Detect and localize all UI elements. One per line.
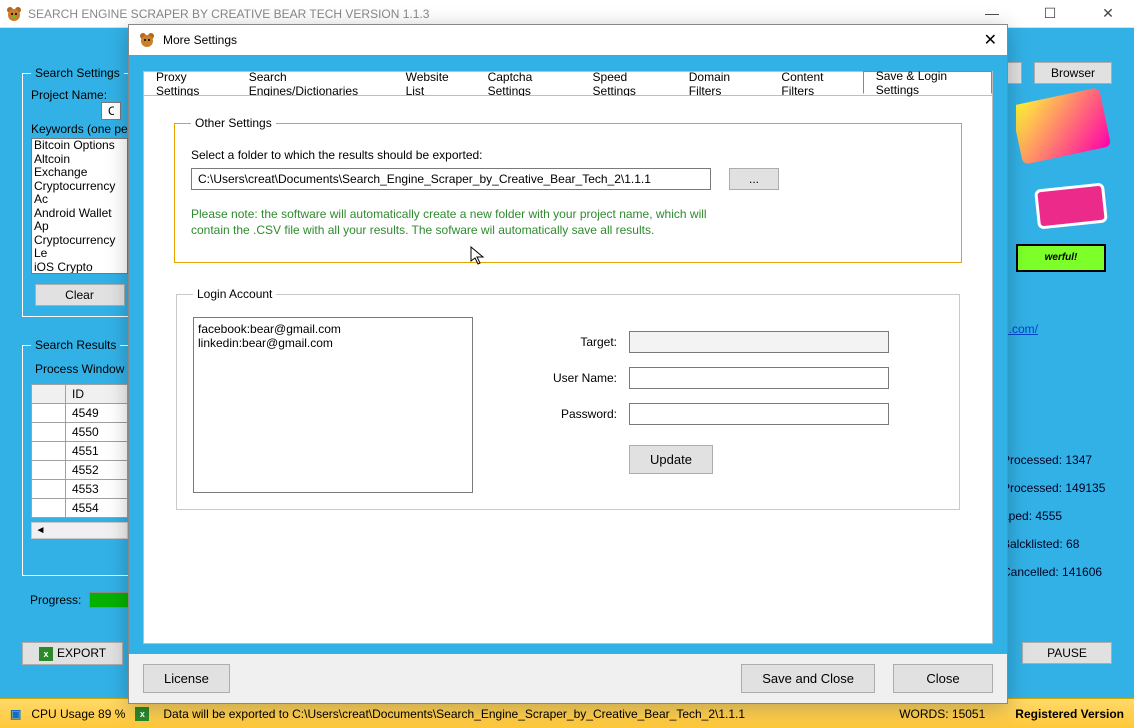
save-and-close-button[interactable]: Save and Close (741, 664, 875, 693)
tab-content-filters[interactable]: Content Filters (769, 72, 862, 95)
project-name-input[interactable] (101, 102, 121, 120)
tab-domain-filters[interactable]: Domain Filters (677, 72, 770, 95)
close-button[interactable]: Close (893, 664, 993, 693)
export-folder-input[interactable] (191, 168, 711, 190)
target-label: Target: (533, 335, 617, 349)
select-folder-label: Select a folder to which the results sho… (191, 148, 945, 162)
excel-icon-status: x (135, 707, 149, 721)
table-row[interactable]: 4552 (32, 461, 128, 480)
words-count: WORDS: 15051 (899, 707, 985, 721)
dialog-close-icon[interactable]: ✕ (984, 30, 997, 50)
list-item[interactable]: Bitcoin Options (34, 139, 125, 153)
close-icon[interactable]: ✕ (1088, 5, 1128, 22)
main-window-title: SEARCH ENGINE SCRAPER BY CREATIVE BEAR T… (28, 7, 429, 21)
dialog-title: More Settings (163, 33, 237, 47)
tab-save-login-settings[interactable]: Save & Login Settings (863, 71, 992, 94)
horizontal-scrollbar[interactable]: ◄ (31, 522, 128, 539)
table-row[interactable]: 4551 (32, 442, 128, 461)
search-settings-panel: Search Settings Project Name: Keywords (… (22, 66, 137, 317)
browser-button[interactable]: Browser (1034, 62, 1112, 84)
export-path-status: Data will be exported to C:\Users\creat\… (163, 707, 745, 721)
cpu-usage: CPU Usage 89 % (31, 707, 125, 721)
list-item[interactable]: Android Wallet Ap (34, 207, 125, 234)
username-input[interactable] (629, 367, 889, 389)
password-label: Password: (533, 407, 617, 421)
target-input[interactable] (629, 331, 889, 353)
excel-icon: x (39, 647, 53, 661)
search-settings-legend: Search Settings (31, 66, 124, 80)
export-note: Please note: the software will automatic… (191, 206, 711, 238)
registered-version: Registered Version (1015, 707, 1124, 721)
tabstrip: Proxy SettingsSearch Engines/Dictionarie… (143, 71, 993, 96)
scroll-left-icon[interactable]: ◄ (32, 525, 49, 536)
update-button[interactable]: Update (629, 445, 713, 474)
accounts-textarea[interactable] (193, 317, 473, 493)
table-row[interactable]: 4553 (32, 480, 128, 499)
stat-processed-1: Processed: 1347 (1002, 446, 1112, 474)
table-row[interactable]: 4549 (32, 404, 128, 423)
progress-label: Progress: (30, 593, 81, 607)
list-item[interactable]: Altcoin Exchange (34, 153, 125, 180)
tab-speed-settings[interactable]: Speed Settings (581, 72, 677, 95)
tab-proxy-settings[interactable]: Proxy Settings (144, 72, 237, 95)
table-row[interactable]: 4550 (32, 423, 128, 442)
tab-captcha-settings[interactable]: Captcha Settings (476, 72, 581, 95)
process-window-label: Process Window (35, 362, 128, 376)
bear-icon (6, 6, 22, 22)
other-settings-group: Other Settings Select a folder to which … (174, 116, 962, 263)
search-results-panel: Search Results Process Window ID 4549455… (22, 338, 137, 576)
project-name-label: Project Name: (31, 88, 128, 102)
stat-scraped: aped: 4555 (1002, 502, 1112, 530)
results-table: ID 454945504551455245534554 (31, 384, 128, 518)
dialog-titlebar: More Settings ✕ (129, 25, 1007, 55)
table-header-blank (32, 385, 66, 404)
maximize-icon[interactable]: ☐ (1030, 5, 1070, 22)
stat-cancelled: Cancelled: 141606 (1002, 558, 1112, 586)
other-settings-legend: Other Settings (191, 116, 276, 130)
stat-processed-2: Processed: 149135 (1002, 474, 1112, 502)
tab-body: Other Settings Select a folder to which … (143, 96, 993, 644)
list-item[interactable]: iOS Crypto Wallet (34, 261, 125, 275)
table-row[interactable]: 4554 (32, 499, 128, 518)
search-results-legend: Search Results (31, 338, 120, 352)
login-account-legend: Login Account (193, 287, 276, 301)
tab-search-engines-dictionaries[interactable]: Search Engines/Dictionaries (237, 72, 394, 95)
list-item[interactable]: Cryptocurrency Ac (34, 180, 125, 207)
password-input[interactable] (629, 403, 889, 425)
website-link[interactable]: h.com/ (1002, 322, 1112, 336)
keywords-list[interactable]: Bitcoin OptionsAltcoin ExchangeCryptocur… (31, 138, 128, 274)
bear-icon (139, 32, 155, 48)
username-label: User Name: (533, 371, 617, 385)
keywords-label: Keywords (one pe (31, 122, 128, 136)
table-header-id: ID (66, 385, 128, 404)
cpu-icon: ▣ (10, 707, 21, 721)
more-settings-dialog: More Settings ✕ Proxy SettingsSearch Eng… (128, 24, 1008, 704)
right-info-panel: h.com/ Processed: 1347 Processed: 149135… (1002, 90, 1112, 586)
stat-blacklisted: Balcklisted: 68 (1002, 530, 1112, 558)
minimize-icon[interactable]: — (972, 5, 1012, 22)
login-account-group: Login Account Target: User Name: (176, 287, 960, 510)
browse-folder-button[interactable]: ... (729, 168, 779, 190)
list-item[interactable]: Cryptocurrency Le (34, 234, 125, 261)
license-button[interactable]: License (143, 664, 230, 693)
tab-website-list[interactable]: Website List (394, 72, 476, 95)
pause-button[interactable]: PAUSE (1022, 642, 1112, 664)
clear-button[interactable]: Clear (35, 284, 125, 306)
dialog-footer: License Save and Close Close (129, 654, 1007, 703)
export-button[interactable]: xEXPORT (22, 642, 123, 665)
